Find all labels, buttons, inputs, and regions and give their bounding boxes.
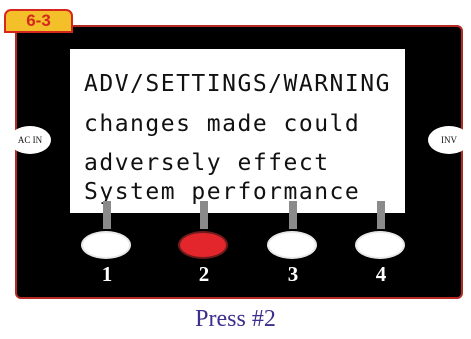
inv-indicator: INV bbox=[428, 126, 470, 154]
button-column-2: 2 bbox=[174, 201, 234, 285]
button-column-4: 4 bbox=[351, 201, 411, 285]
step-label-tab: 6-3 bbox=[4, 9, 73, 33]
lcd-line-2: changes made could bbox=[84, 111, 361, 137]
button-stem bbox=[200, 201, 208, 229]
lcd-line-1: ADV/SETTINGS/WARNING bbox=[84, 71, 391, 97]
soft-button-3[interactable] bbox=[267, 231, 317, 259]
button-column-1: 1 bbox=[77, 201, 137, 285]
ac-in-indicator: AC IN bbox=[9, 126, 51, 154]
button-number-4: 4 bbox=[375, 262, 387, 286]
button-number-1: 1 bbox=[101, 262, 113, 286]
soft-button-1[interactable] bbox=[81, 231, 131, 259]
button-column-3: 3 bbox=[263, 201, 323, 285]
soft-button-2[interactable] bbox=[178, 231, 228, 259]
instruction-caption: Press #2 bbox=[195, 306, 276, 332]
control-panel: ADV/SETTINGS/WARNING changes made could … bbox=[9, 25, 470, 299]
soft-button-4[interactable] bbox=[355, 231, 405, 259]
button-stem bbox=[289, 201, 297, 229]
button-stem bbox=[377, 201, 385, 229]
button-stem bbox=[103, 201, 111, 229]
button-number-2: 2 bbox=[198, 262, 210, 286]
button-number-3: 3 bbox=[287, 262, 299, 286]
lcd-line-3: adversely effect bbox=[84, 150, 330, 176]
lcd-display: ADV/SETTINGS/WARNING changes made could … bbox=[70, 49, 405, 213]
